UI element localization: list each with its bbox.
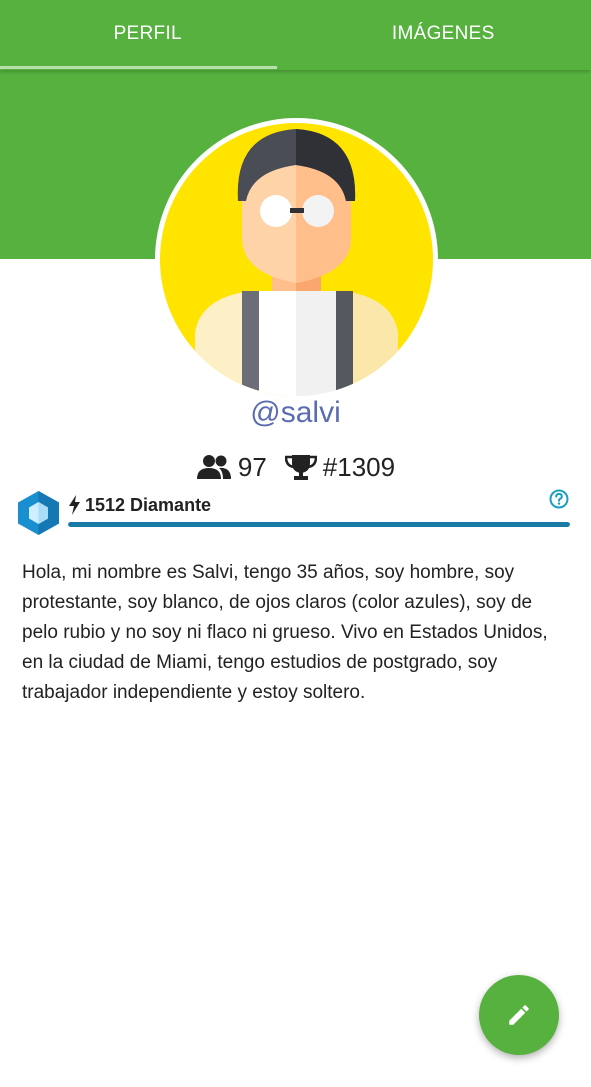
pencil-edit-icon — [509, 1005, 529, 1025]
rank-value: #1309 — [322, 451, 396, 482]
level-text: 1512 Diamante — [85, 494, 212, 515]
trophy-icon — [284, 455, 317, 480]
avatar-illustration — [160, 123, 433, 396]
friends-count: 97 — [237, 451, 267, 482]
hexagon-badge-icon — [17, 490, 60, 536]
level-progress-bar — [68, 522, 570, 527]
tab-bar: PERFIL IMÁGENES — [0, 0, 591, 70]
lightning-bolt-icon — [69, 495, 80, 515]
rank-stat[interactable]: #1309 — [284, 451, 396, 483]
tab-imagenes[interactable]: IMÁGENES — [296, 0, 591, 70]
tab-indicator — [0, 66, 277, 69]
profile-screen: PERFIL IMÁGENES @salvi 97 #1309 1512 Dia… — [0, 0, 591, 1087]
username: @salvi — [250, 396, 341, 429]
avatar[interactable] — [155, 118, 438, 401]
friends-stat[interactable]: 97 — [196, 452, 267, 483]
level-progress-fill — [68, 522, 570, 527]
people-icon — [196, 455, 231, 479]
tab-perfil[interactable]: PERFIL — [0, 0, 296, 70]
bio-text: Hola, mi nombre es Salvi, tengo 35 años,… — [22, 562, 548, 703]
profile-stats: 97 #1309 — [0, 450, 591, 484]
level-label: 1512 Diamante — [68, 493, 211, 517]
edit-profile-button[interactable] — [479, 975, 559, 1055]
question-circle-icon[interactable] — [549, 489, 569, 509]
